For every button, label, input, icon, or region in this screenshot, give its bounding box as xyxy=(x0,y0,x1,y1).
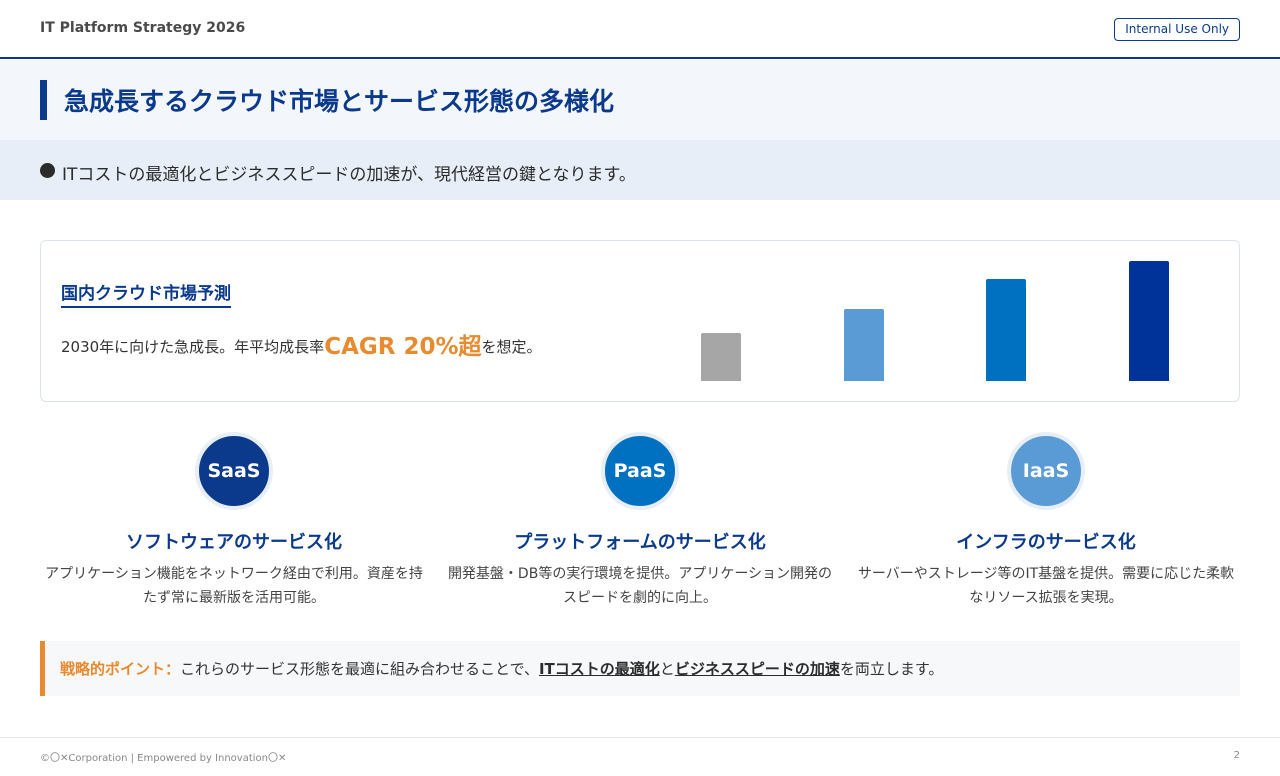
strategic-point-text: 戦略的ポイント：これらのサービス形態を最適に組み合わせることで、ITコストの最適… xyxy=(60,658,943,679)
lead-band: ITコストの最適化とビジネススピードの加速が、現代経営の鍵となります。 xyxy=(0,140,1280,200)
iaas-title: インフラのサービス化 xyxy=(956,532,1136,553)
market-title: 国内クラウド市場予測 xyxy=(61,279,231,308)
internal-use-badge: Internal Use Only xyxy=(1114,18,1240,41)
point-text-2: と xyxy=(659,660,675,678)
bullet-dot-icon xyxy=(40,163,55,178)
footer-divider xyxy=(0,737,1280,738)
market-bar xyxy=(701,333,741,381)
service-paas: PaaS プラットフォームのサービス化 開発基盤・DB等の実行環境を提供。アプリ… xyxy=(446,432,846,622)
title-accent-bar xyxy=(40,80,47,120)
strategic-point-box: 戦略的ポイント：これらのサービス形態を最適に組み合わせることで、ITコストの最適… xyxy=(40,641,1240,696)
market-bar-chart xyxy=(661,241,1221,402)
saas-title: ソフトウェアのサービス化 xyxy=(126,532,342,553)
paas-description: 開発基盤・DB等の実行環境を提供。アプリケーション開発のスピードを劇的に向上。 xyxy=(447,566,833,606)
iaas-description: サーバーやストレージ等のIT基盤を提供。需要に応じた柔軟なリソース拡張を実現。 xyxy=(857,566,1235,606)
paas-badge-circle: PaaS xyxy=(601,432,679,510)
point-strong-cost: ITコストの最適化 xyxy=(538,660,660,678)
market-description: 2030年に向けた急成長。年平均成長率CAGR 20%超を想定。 xyxy=(61,327,542,361)
service-iaas: IaaS インフラのサービス化 サーバーやストレージ等のIT基盤を提供。需要に応… xyxy=(852,432,1252,622)
market-bar xyxy=(1128,261,1169,381)
saas-description: アプリケーション機能をネットワーク経由で利用。資産を持たず常に最新版を活用可能。 xyxy=(45,566,423,606)
point-text-1: これらのサービス形態を最適に組み合わせることで、 xyxy=(180,660,539,678)
page-number: 2 xyxy=(1233,750,1240,761)
market-text-before: 2030年に向けた急成長。年平均成長率 xyxy=(61,338,325,356)
point-strong-speed: ビジネススピードの加速 xyxy=(674,660,840,678)
iaas-badge-circle: IaaS xyxy=(1007,432,1085,510)
deck-title: IT Platform Strategy 2026 xyxy=(40,20,246,36)
lead-text: ITコストの最適化とビジネススピードの加速が、現代経営の鍵となります。 xyxy=(62,165,636,185)
market-text-after: を想定。 xyxy=(481,338,542,356)
market-bar xyxy=(986,279,1026,381)
market-forecast-card: 国内クラウド市場予測 2030年に向けた急成長。年平均成長率CAGR 20%超を… xyxy=(40,240,1240,402)
top-bar: IT Platform Strategy 2026 Internal Use O… xyxy=(0,0,1280,59)
strategic-point-label: 戦略的ポイント： xyxy=(60,660,181,678)
cagr-emphasis: CAGR 20%超 xyxy=(324,334,482,360)
saas-badge-circle: SaaS xyxy=(195,432,273,510)
service-saas: SaaS ソフトウェアのサービス化 アプリケーション機能をネットワーク経由で利用… xyxy=(40,432,440,622)
footer-copyright: ©〇✕Corporation | Empowered by Innovation… xyxy=(40,753,287,764)
title-band: 急成長するクラウド市場とサービス形態の多様化 xyxy=(0,60,1280,140)
paas-title: プラットフォームのサービス化 xyxy=(514,532,766,553)
point-text-3: を両立します。 xyxy=(839,660,944,678)
market-bar xyxy=(843,309,884,381)
page-title: 急成長するクラウド市場とサービス形態の多様化 xyxy=(64,87,615,116)
